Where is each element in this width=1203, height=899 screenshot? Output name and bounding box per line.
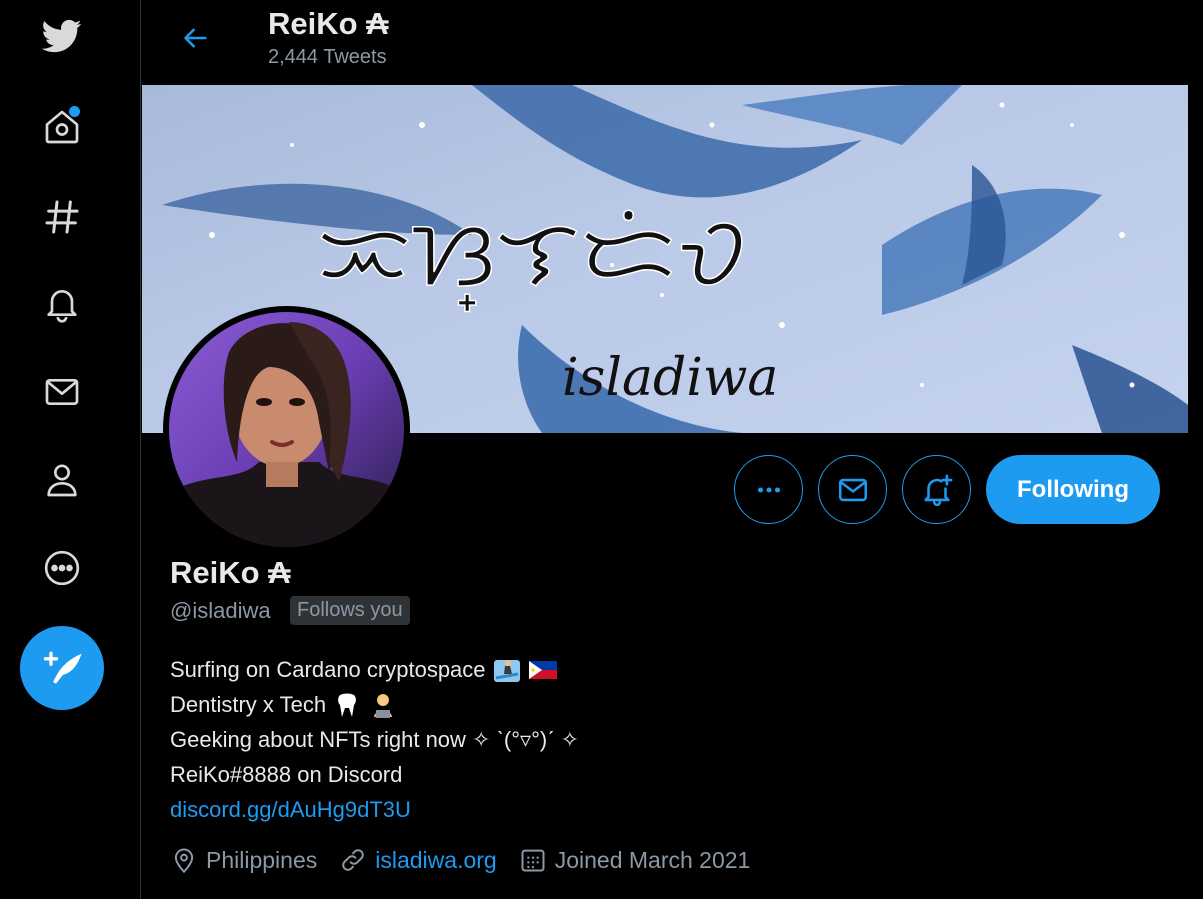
bio-line: Dentistry x Tech: [170, 687, 579, 722]
location-pin-icon: [174, 848, 194, 874]
compose-tweet-button[interactable]: [20, 626, 104, 710]
compose-feather-icon: [43, 651, 82, 684]
profile-header: ReiKo ₳ 2,444 Tweets: [142, 0, 1203, 85]
follows-you-badge: Follows you: [290, 596, 410, 625]
message-button[interactable]: [818, 455, 887, 524]
joined-item: Joined March 2021: [519, 846, 751, 874]
bio-line: ReiKo#8888 on Discord: [170, 757, 579, 792]
location-text: Philippines: [206, 846, 318, 873]
website-item: isladiwa.org: [339, 846, 497, 874]
bio-line: Surfing on Cardano cryptospace: [170, 652, 579, 687]
more-dots-icon: [757, 486, 780, 493]
bio-text: Dentistry x Tech: [170, 692, 327, 717]
profile-person-icon[interactable]: [37, 455, 87, 505]
profile-name: ReiKo ₳: [170, 555, 291, 590]
back-arrow-icon: [184, 28, 207, 48]
link-icon: [342, 849, 364, 871]
calendar-icon: [521, 849, 545, 872]
bio-text: Geeking about NFTs right now ✧ ˋ(°▿°)ˊ ✧: [170, 727, 580, 752]
banner-script-text: ᜁᜐ᜔ᜎᜇᜒᜏ: [318, 200, 746, 311]
location-item: Philippines: [170, 846, 317, 874]
left-sidebar: [0, 0, 141, 899]
profile-meta: Philippines isladiwa.org Joined March 20…: [170, 846, 772, 874]
website-link[interactable]: isladiwa.org: [375, 847, 496, 874]
notifications-bell-icon[interactable]: [37, 278, 87, 328]
philippines-flag-icon: [528, 660, 557, 679]
tooth-emoji-icon: [338, 693, 357, 717]
messages-envelope-icon[interactable]: [37, 367, 87, 417]
surfer-emoji-icon: [493, 659, 520, 682]
avatar[interactable]: [163, 306, 410, 553]
twitter-logo-icon[interactable]: [37, 11, 87, 61]
joined-text: Joined March 2021: [554, 846, 751, 873]
technologist-emoji-icon: [374, 693, 393, 718]
avatar-image: [169, 312, 404, 547]
back-button[interactable]: [176, 20, 216, 56]
bio-text: Surfing on Cardano cryptospace: [170, 657, 486, 682]
discord-link[interactable]: discord.gg/dAuHg9dT3U: [170, 792, 411, 827]
banner-subtitle: isladiwa: [562, 348, 778, 408]
profile-handle: @isladiwa: [170, 598, 271, 623]
notify-button[interactable]: [902, 455, 971, 524]
more-circle-icon[interactable]: [37, 543, 87, 593]
bio-line: discord.gg/dAuHg9dT3U: [170, 792, 579, 827]
profile-bio: Surfing on Cardano cryptospace Dentistry…: [170, 652, 579, 827]
following-button[interactable]: Following: [986, 455, 1160, 524]
tweet-count: 2,444 Tweets: [268, 46, 387, 68]
notification-dot: [69, 106, 80, 117]
more-options-button[interactable]: [734, 455, 803, 524]
bio-text: ReiKo#8888 on Discord: [170, 762, 403, 787]
bio-line: Geeking about NFTs right now ✧ ˋ(°▿°)ˊ ✧: [170, 722, 579, 757]
bell-plus-icon: [923, 474, 952, 506]
explore-hashtag-icon[interactable]: [37, 192, 87, 242]
home-icon[interactable]: [37, 102, 87, 152]
header-name: ReiKo ₳: [268, 6, 389, 41]
envelope-icon: [838, 478, 867, 501]
